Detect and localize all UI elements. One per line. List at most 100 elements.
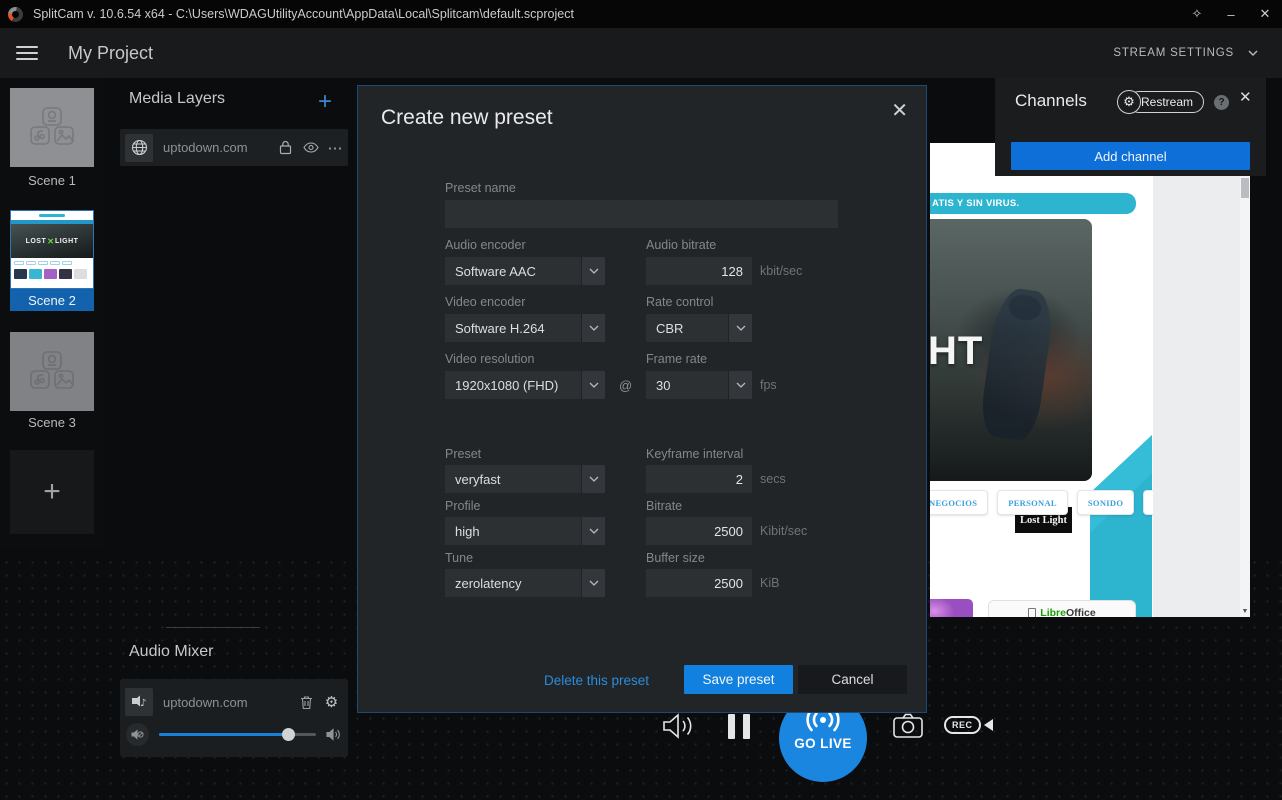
preset-select[interactable]: veryfast [445, 465, 605, 493]
lock-layer-button[interactable] [273, 134, 298, 162]
scene-2-thumbnail[interactable]: LOST✕LIGHT [10, 210, 94, 289]
video-encoder-value: Software H.264 [445, 314, 581, 342]
bitrate-unit: Kibit/sec [760, 524, 807, 538]
preset-label: Preset [445, 447, 481, 461]
category-chip[interactable]: NEGOCIOS [930, 490, 988, 515]
stream-settings-button[interactable]: STREAM SETTINGS [1113, 47, 1258, 59]
channels-title: Channels [1015, 91, 1087, 111]
toggle-visibility-button[interactable] [298, 134, 323, 162]
scene-2-webpage-preview: LOST✕LIGHT [10, 210, 94, 289]
video-resolution-label: Video resolution [445, 352, 534, 366]
chevron-down-icon [736, 382, 746, 388]
volume-knob[interactable] [282, 728, 295, 741]
audio-mixer-card: ♪ uptodown.com ⚙ [120, 679, 348, 757]
scene-1-thumbnail[interactable] [10, 88, 94, 167]
video-encoder-select[interactable]: Software H.264 [445, 314, 605, 342]
eye-icon [303, 142, 319, 153]
audio-bitrate-input[interactable] [646, 257, 752, 285]
close-dialog-icon[interactable]: ✕ [887, 94, 912, 127]
restream-button[interactable]: ⚙ Restream [1128, 91, 1204, 113]
window-titlebar: SplitCam v. 10.6.54 x64 - C:\Users\WDAGU… [0, 0, 1282, 28]
frame-rate-label: Frame rate [646, 352, 707, 366]
video-resolution-select[interactable]: 1920x1080 (FHD) [445, 371, 605, 399]
chevron-down-icon [1248, 50, 1258, 56]
menu-icon[interactable] [16, 46, 38, 60]
rec-label: REC [944, 716, 981, 734]
pin-window-icon[interactable]: ✧ [1180, 0, 1214, 28]
chevron-down-icon [589, 580, 599, 586]
minimize-button[interactable]: – [1214, 0, 1248, 28]
volume-slider[interactable] [159, 733, 316, 736]
window-title: SplitCam v. 10.6.54 x64 - C:\Users\WDAGU… [33, 7, 574, 21]
profile-label: Profile [445, 499, 480, 513]
help-icon[interactable]: ? [1214, 95, 1229, 110]
close-channels-icon[interactable]: ✕ [1239, 88, 1252, 106]
close-window-button[interactable]: ✕ [1248, 0, 1282, 28]
bitrate-input[interactable] [646, 517, 752, 545]
chevron-down-icon [589, 476, 599, 482]
record-button[interactable]: REC [944, 716, 993, 734]
snapshot-button[interactable] [892, 712, 924, 739]
document-icon [1028, 608, 1036, 617]
go-live-label: GO LIVE [794, 736, 852, 751]
scrollbar-thumb[interactable] [1241, 178, 1249, 198]
add-layer-button[interactable]: + [318, 92, 332, 112]
audio-settings-button[interactable]: ⚙ [319, 688, 344, 716]
rate-control-select[interactable]: CBR [646, 314, 752, 342]
scene-1-label[interactable]: Scene 1 [0, 173, 104, 188]
audio-mixer-title: Audio Mixer [129, 643, 213, 661]
category-chip[interactable]: SONIDO [1077, 490, 1134, 515]
create-preset-dialog: Create new preset ✕ Preset name Audio en… [357, 85, 927, 713]
scene-3-thumbnail[interactable] [10, 332, 94, 411]
pause-button[interactable] [728, 714, 750, 739]
profile-select[interactable]: high [445, 517, 605, 545]
frame-rate-unit: fps [760, 378, 777, 392]
mute-button[interactable] [126, 723, 149, 746]
keyframe-interval-unit: secs [760, 472, 786, 486]
preset-name-input[interactable] [445, 200, 838, 228]
keyframe-interval-input[interactable] [646, 465, 752, 493]
scene-3-label[interactable]: Scene 3 [0, 415, 104, 430]
cancel-button[interactable]: Cancel [798, 665, 907, 694]
splitcam-app: SplitCam v. 10.6.54 x64 - C:\Users\WDAGU… [0, 0, 1282, 800]
project-title: My Project [68, 43, 153, 64]
delete-preset-link[interactable]: Delete this preset [544, 673, 649, 688]
category-chip[interactable]: PERSONAL [997, 490, 1068, 515]
lock-icon [279, 140, 292, 155]
hero-character [978, 286, 1056, 443]
add-channel-button[interactable]: Add channel [1011, 142, 1250, 170]
record-camera-icon [984, 719, 993, 731]
mixer-channel-name: uptodown.com [163, 695, 294, 710]
bitrate-label: Bitrate [646, 499, 682, 513]
frame-rate-select[interactable]: 30 [646, 371, 752, 399]
add-scene-button[interactable]: + [10, 450, 94, 534]
restream-gear-icon: ⚙ [1117, 90, 1141, 114]
rate-control-label: Rate control [646, 295, 713, 309]
camera-icon [892, 712, 924, 739]
scene-placeholder-icon [29, 107, 75, 149]
app-header: My Project STREAM SETTINGS [0, 28, 1282, 78]
restream-label: Restream [1141, 95, 1193, 109]
media-layer-row[interactable]: uptodown.com ⋯ [120, 129, 348, 166]
keyframe-interval-label: Keyframe interval [646, 447, 743, 461]
scroll-down-arrow-icon[interactable]: ▼ [1240, 608, 1250, 615]
hero-title-fragment: HT [930, 329, 983, 374]
audio-bitrate-unit: kbit/sec [760, 264, 802, 278]
preview-scrollbar[interactable]: ▼ [1240, 150, 1250, 617]
audio-output-button[interactable] [662, 712, 696, 740]
video-encoder-label: Video encoder [445, 295, 525, 309]
frame-rate-value: 30 [646, 371, 728, 399]
preview-tile-purple [930, 599, 973, 617]
buffer-size-input[interactable] [646, 569, 752, 597]
delete-audio-button[interactable] [294, 688, 319, 716]
audio-encoder-select[interactable]: Software AAC [445, 257, 605, 285]
preview-banner: ATIS Y SIN VIRUS. [930, 193, 1136, 214]
tune-value: zerolatency [445, 569, 581, 597]
layer-more-button[interactable]: ⋯ [323, 134, 348, 162]
scene-2-label-selected[interactable]: Scene 2 [10, 289, 94, 311]
mini-hero-text2: LIGHT [55, 238, 79, 245]
media-layers-title: Media Layers [129, 90, 225, 108]
channels-panel: Channels ⚙ Restream ? ✕ Add channel [995, 78, 1266, 176]
save-preset-button[interactable]: Save preset [684, 665, 793, 694]
tune-select[interactable]: zerolatency [445, 569, 605, 597]
